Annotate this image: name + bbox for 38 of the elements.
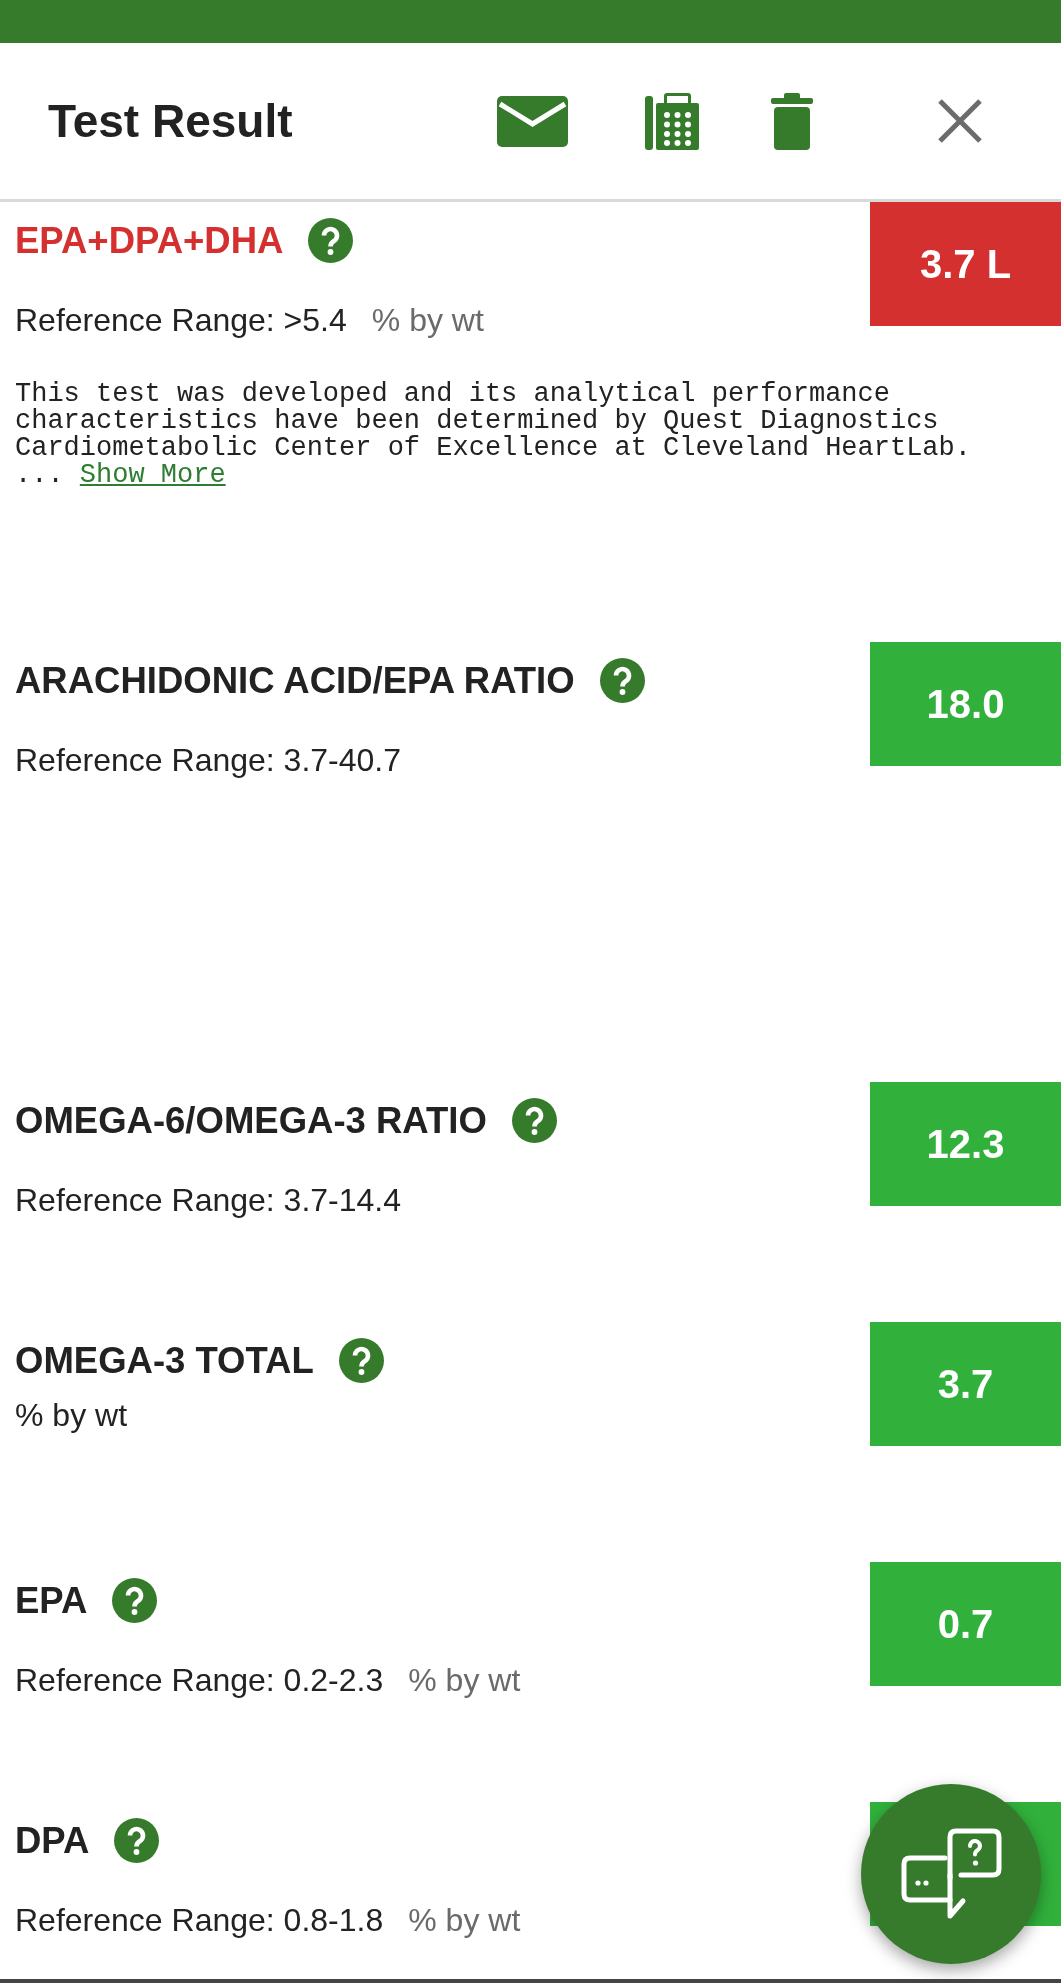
unit-label: % by wt (408, 1661, 521, 1699)
test-name: ARACHIDONIC ACID/EPA RATIO (15, 659, 575, 702)
close-icon (937, 98, 983, 144)
show-more-link[interactable]: Show More (79, 460, 226, 490)
result-value: 0.7 (870, 1562, 1061, 1686)
test-name: OMEGA-6/OMEGA-3 RATIO (15, 1099, 487, 1142)
result-value: 3.7 L (870, 202, 1061, 326)
unit-label: % by wt (371, 301, 484, 339)
result-value: 3.7 (870, 1322, 1061, 1446)
unit-label: % by wt (15, 1396, 128, 1434)
note-text: This test was developed and its analytical performance characteristics have been determined by Quest Diagnostics Cardiometabolic Center of Excellence at Cleveland HeartLab. ... Show More (15, 381, 972, 489)
mail-button[interactable] (497, 95, 568, 147)
help-icon[interactable] (308, 218, 354, 263)
reference-range: Reference Range: 0.8-1.8 (15, 1901, 384, 1939)
fax-button[interactable] (645, 92, 699, 150)
help-icon[interactable] (511, 1098, 557, 1143)
test-name: OMEGA-3 TOTAL (15, 1339, 314, 1382)
test-name: EPA (15, 1579, 88, 1622)
fax-icon (645, 92, 699, 150)
reference-range: Reference Range: 3.7-40.7 (15, 741, 402, 779)
screen-title: Test Result (48, 94, 294, 148)
help-icon[interactable] (599, 658, 645, 703)
reference-range: Reference Range: 3.7-14.4 (15, 1181, 402, 1219)
reference-range: Reference Range: >5.4 (15, 301, 347, 339)
result-value: 12.3 (870, 1082, 1061, 1206)
test-name: EPA+DPA+DHA (15, 219, 284, 262)
help-icon[interactable] (338, 1338, 384, 1383)
unit-label: % by wt (408, 1901, 521, 1939)
result-value: 18.0 (870, 642, 1061, 766)
help-icon[interactable] (112, 1578, 158, 1623)
close-button[interactable] (937, 98, 983, 144)
delete-button[interactable] (771, 92, 813, 150)
test-name: DPA (15, 1819, 90, 1862)
reference-range: Reference Range: 0.2-2.3 (15, 1661, 384, 1699)
help-icon[interactable] (114, 1818, 160, 1863)
envelope-icon (497, 95, 568, 147)
trash-icon (771, 92, 813, 150)
chat-bubbles-icon (900, 1828, 1002, 1920)
